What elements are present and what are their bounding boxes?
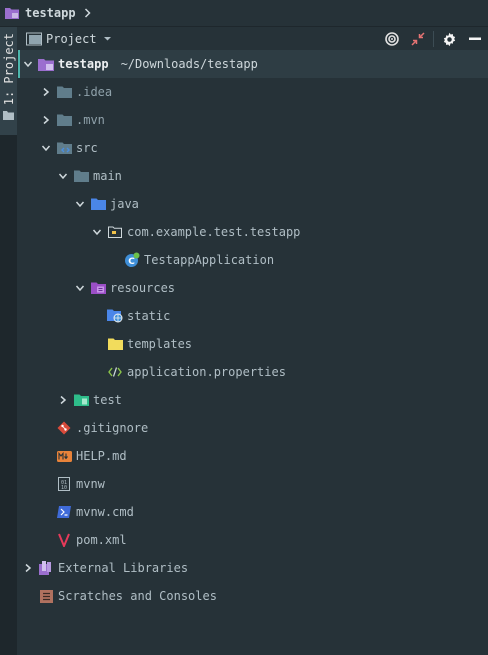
- tree-item-label: java: [110, 197, 139, 211]
- chevron-down-icon[interactable]: [57, 170, 69, 182]
- module-folder-icon: [38, 56, 54, 72]
- library-icon: [38, 560, 54, 576]
- chevron-right-icon[interactable]: [57, 394, 69, 406]
- tree-item-label: application.properties: [127, 365, 286, 379]
- tree-item-label: templates: [127, 337, 193, 351]
- tree-item-label: mvnw: [76, 477, 105, 491]
- scratches-icon: [38, 588, 54, 604]
- tree-item-label: test: [93, 393, 122, 407]
- tree-item-static[interactable]: static: [18, 302, 488, 330]
- selection-indicator: [18, 50, 20, 78]
- chevron-down-icon[interactable]: [91, 226, 103, 238]
- tree-item-label: External Libraries: [58, 561, 189, 575]
- spring-class-icon: C: [124, 252, 140, 268]
- tree-item-label: .mvn: [76, 113, 105, 127]
- tree-item-label: com.example.test.testapp: [127, 225, 301, 239]
- folder-icon: [56, 84, 72, 100]
- tree-item-test[interactable]: test: [18, 386, 488, 414]
- tree-item-label: main: [93, 169, 122, 183]
- tree-item-label: resources: [110, 281, 176, 295]
- project-tool-header: Project: [18, 27, 488, 51]
- navigation-bar: testapp: [0, 0, 488, 27]
- breadcrumb-project[interactable]: testapp: [25, 6, 76, 20]
- tree-item-mvnw-cmd[interactable]: mvnw.cmd: [18, 498, 488, 526]
- tree-item-label: static: [127, 309, 171, 323]
- project-tool-tab[interactable]: 1: Project: [0, 27, 17, 135]
- folder-icon: [73, 168, 89, 184]
- tree-item-label: TestappApplication: [144, 253, 275, 267]
- web-folder-icon: [107, 308, 123, 324]
- tree-item-app-class[interactable]: C TestappApplication: [18, 246, 488, 274]
- svg-text:10: 10: [61, 485, 67, 491]
- tree-item-label: Scratches and Consoles: [58, 589, 217, 603]
- source-root-folder-icon: [56, 140, 72, 156]
- tree-item-pom[interactable]: pom.xml: [18, 526, 488, 554]
- binary-file-icon: 01 10: [56, 476, 72, 492]
- chevron-right-icon: [84, 8, 92, 18]
- collapse-all-icon[interactable]: [405, 28, 431, 50]
- package-icon: [107, 224, 123, 240]
- chevron-right-icon[interactable]: [40, 86, 52, 98]
- folder-icon: [107, 336, 123, 352]
- tree-item-package[interactable]: com.example.test.testapp: [18, 218, 488, 246]
- hide-icon[interactable]: [462, 28, 488, 50]
- tree-item-label: testapp: [58, 57, 109, 71]
- tree-item-label: .idea: [76, 85, 113, 99]
- project-view-selector[interactable]: Project: [46, 32, 97, 46]
- tree-item-mvnw[interactable]: 01 10 mvnw: [18, 470, 488, 498]
- chevron-down-icon[interactable]: [74, 282, 86, 294]
- svg-text:C: C: [128, 257, 135, 267]
- tree-item-resources[interactable]: resources: [18, 274, 488, 302]
- tree-item-label: src: [76, 141, 98, 155]
- chevron-down-icon[interactable]: [40, 142, 52, 154]
- powershell-icon: [56, 504, 72, 520]
- tree-item-mvn[interactable]: .mvn: [18, 106, 488, 134]
- code-file-icon: [107, 364, 123, 380]
- toolbar-separator: [433, 31, 434, 47]
- tree-item-label: pom.xml: [76, 533, 127, 547]
- chevron-down-icon[interactable]: [103, 36, 112, 42]
- chevron-right-icon[interactable]: [22, 562, 34, 574]
- tree-item-label: mvnw.cmd: [76, 505, 134, 519]
- git-icon: [56, 420, 72, 436]
- project-tab-label: 1: Project: [1, 33, 16, 106]
- chevron-down-icon[interactable]: [74, 198, 86, 210]
- tree-item-help[interactable]: HELP.md: [18, 442, 488, 470]
- tree-item-root[interactable]: testapp ~/Downloads/testapp: [18, 50, 488, 78]
- module-folder-icon: [5, 6, 19, 20]
- source-folder-icon: [90, 196, 106, 212]
- tree-item-templates[interactable]: templates: [18, 330, 488, 358]
- markdown-icon: [56, 448, 72, 464]
- folder-icon: [3, 109, 14, 123]
- tree-item-path: ~/Downloads/testapp: [120, 57, 258, 71]
- tree-item-properties[interactable]: application.properties: [18, 358, 488, 386]
- tree-item-scratches[interactable]: Scratches and Consoles: [18, 582, 488, 610]
- tree-item-java[interactable]: java: [18, 190, 488, 218]
- tree-item-main[interactable]: main: [18, 162, 488, 190]
- tree-item-label: HELP.md: [76, 449, 127, 463]
- tree-item-label: .gitignore: [76, 421, 149, 435]
- folder-icon: [56, 112, 72, 128]
- test-folder-icon: [73, 392, 89, 408]
- tree-item-gitignore[interactable]: .gitignore: [18, 414, 488, 442]
- tree-item-idea[interactable]: .idea: [18, 78, 488, 106]
- resource-folder-icon: [90, 280, 106, 296]
- gear-icon[interactable]: [436, 28, 462, 50]
- chevron-right-icon[interactable]: [40, 114, 52, 126]
- tree-item-src[interactable]: src: [18, 134, 488, 162]
- tree-item-external-libraries[interactable]: External Libraries: [18, 554, 488, 582]
- locate-file-icon[interactable]: [379, 28, 405, 50]
- maven-icon: [56, 532, 72, 548]
- project-view-icon: [26, 32, 42, 46]
- chevron-down-icon[interactable]: [22, 58, 34, 70]
